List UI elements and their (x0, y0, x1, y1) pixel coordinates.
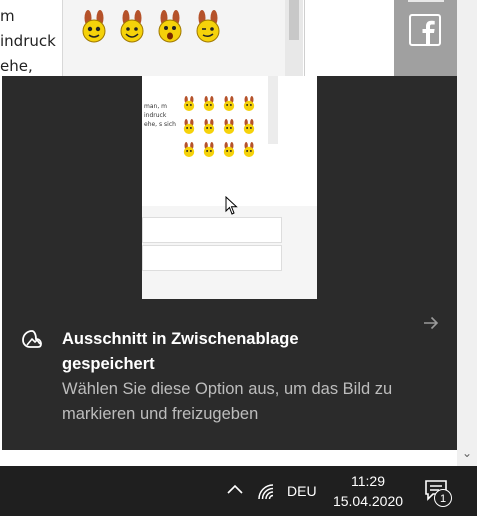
background-text-line: indruck (0, 32, 56, 50)
snip-sketch-icon (22, 330, 42, 348)
page-scrollbar[interactable]: ⌄ (457, 0, 477, 466)
preview-text: man, m indruck ehe, s sich (144, 103, 176, 128)
background-text-line: m (0, 7, 15, 25)
bunny-emoji-icon (223, 119, 235, 135)
background-divider (304, 0, 305, 76)
emoji-row (80, 10, 222, 44)
preview-input-box (142, 217, 282, 243)
chevron-up-icon[interactable] (226, 482, 244, 496)
bunny-emoji-icon[interactable] (118, 10, 146, 44)
snip-preview-image[interactable]: man, m indruck ehe, s sich (142, 76, 317, 299)
bunny-emoji-icon[interactable] (80, 10, 108, 44)
preview-input-box (142, 245, 282, 271)
bunny-emoji-icon (203, 96, 215, 112)
bunny-emoji-icon (203, 142, 215, 158)
notification-count-badge: 1 (434, 489, 452, 507)
bunny-emoji-icon (243, 96, 255, 112)
taskbar: DEU 11:29 15.04.2020 1 (0, 466, 477, 516)
tile-divider (408, 0, 444, 2)
bunny-emoji-icon[interactable] (194, 10, 222, 44)
bunny-emoji-icon (223, 142, 235, 158)
wifi-icon[interactable] (256, 482, 276, 502)
snip-notification-toast[interactable]: man, m indruck ehe, s sich Ausschnitt in… (2, 76, 457, 450)
emoji-panel-scrollbar[interactable] (285, 0, 303, 76)
bunny-emoji-icon (203, 119, 215, 135)
bunny-emoji-icon (183, 96, 195, 112)
facebook-share-tile[interactable] (394, 0, 457, 76)
facebook-icon (409, 14, 441, 46)
bunny-emoji-icon (183, 142, 195, 158)
action-center-button[interactable]: 1 (422, 478, 460, 512)
bunny-emoji-icon (183, 119, 195, 135)
bunny-emoji-icon (243, 142, 255, 158)
mouse-cursor-icon (225, 196, 238, 215)
clock-date[interactable]: 15.04.2020 (330, 491, 406, 511)
scroll-down-arrow-icon[interactable]: ⌄ (462, 446, 472, 460)
bunny-emoji-icon (223, 96, 235, 112)
toast-subtitle: Wählen Sie diese Option aus, um das Bild… (62, 380, 393, 423)
bunny-emoji-icon[interactable] (156, 10, 184, 44)
input-language-indicator[interactable]: DEU (287, 483, 317, 499)
background-page-text: m indruck ehe, (0, 4, 60, 79)
clock-time[interactable]: 11:29 (330, 471, 406, 491)
arrow-right-icon[interactable] (422, 314, 440, 332)
preview-emoji-grid (182, 96, 256, 158)
bunny-emoji-icon (243, 119, 255, 135)
toast-title: Ausschnitt in Zwischenablage gespeichert (62, 330, 299, 373)
scrollbar-thumb[interactable] (289, 0, 299, 40)
preview-scrollbar (268, 76, 278, 144)
